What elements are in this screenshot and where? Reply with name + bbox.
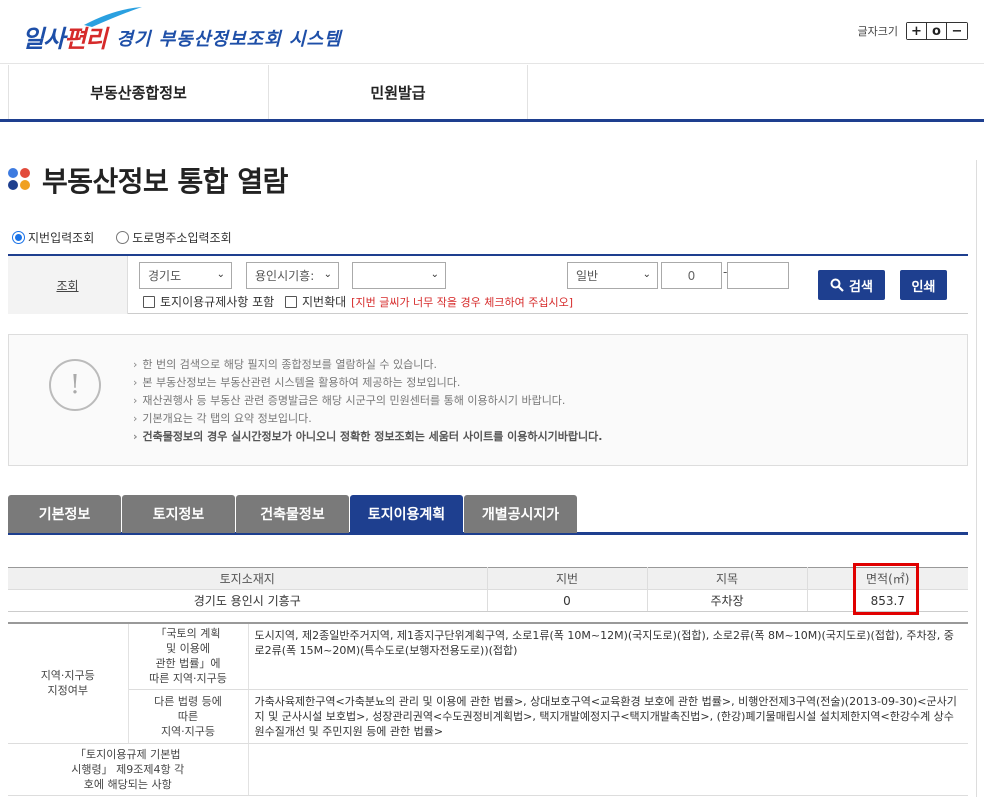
dong-select[interactable]: ⌄ <box>352 262 446 289</box>
land-type-select[interactable]: 일반 ⌄ <box>567 262 658 289</box>
cell-location: 경기도 용인시 기흥구 <box>8 589 488 612</box>
radio-lot-dot[interactable] <box>12 231 25 244</box>
zoom-lot-label: 지번확대 <box>302 295 347 309</box>
tab-building-info[interactable]: 건축물정보 <box>236 495 349 533</box>
table-row: 다른 법령 등에 따른 지역·지구등 가축사육제한구역<가축분뇨의 관리 및 이… <box>8 689 968 744</box>
radio-lot-label: 지번입력조회 <box>28 231 95 245</box>
font-size-label: 글자크기 <box>857 25 898 38</box>
zoning-row3-label: 「토지이용규제 기본법 시행령」 제9조제4항 각 호에 해당되는 사항 <box>8 743 249 796</box>
search-button-label: 검색 <box>849 279 873 295</box>
zoning-row1-content: 도시지역, 제2종일반주거지역, 제1종지구단위계획구역, 소로1류(폭 10M… <box>248 623 968 690</box>
nav-item-civil-issuance[interactable]: 민원발급 <box>268 65 528 119</box>
tab-land-info[interactable]: 토지정보 <box>122 495 235 533</box>
table-header-row: 토지소재지 지번 지목 면적(㎡) <box>8 567 968 590</box>
radio-lot-search[interactable]: 지번입력조회 <box>12 229 94 246</box>
table-row: 지역·지구등 지정여부 「국토의 계획 및 이용에 관한 법률」에 따른 지역·… <box>8 623 968 744</box>
logo-title: 경기 부동산정보조회 시스템 <box>116 29 342 50</box>
include-regulation-checkbox[interactable]: 토지이용규제사항 포함 <box>143 293 274 310</box>
zoom-lot-box[interactable] <box>285 295 297 308</box>
search-panel: 조회 경기도 ⌄ 용인시기흥: ⌄ ⌄ 일반 ⌄ 0 - 토지이용규제사항 포함… <box>8 254 968 314</box>
main-lot-number-input[interactable]: 0 <box>661 262 722 289</box>
notice-item: 한 번의 검색으로 해당 필지의 종합정보를 열람하실 수 있습니다. <box>133 356 602 374</box>
site-logo[interactable]: 일사편리 경기 부동산정보조회 시스템 <box>22 7 342 54</box>
font-size-increase-button[interactable]: + <box>907 23 927 39</box>
search-icon <box>830 278 844 292</box>
search-label: 조회 <box>8 256 128 314</box>
zoning-table: 지역·지구등 지정여부 「국토의 계획 및 이용에 관한 법률」에 따른 지역·… <box>8 622 968 796</box>
zoom-warning-text: [지번 글씨가 너무 작을 경우 체크하여 주십시오] <box>351 295 574 309</box>
logo-brand-text-b: 편리 <box>64 25 107 53</box>
include-regulation-box[interactable] <box>143 295 155 308</box>
sub-lot-number-input[interactable] <box>727 262 789 289</box>
page-title-section: 부동산정보 통합 열람 <box>8 160 288 200</box>
notice-item: 재산권행사 등 부동산 관련 증명발급은 해당 시군구의 민원센터를 통해 이용… <box>133 392 602 410</box>
chevron-down-icon: ⌄ <box>430 269 439 280</box>
zoning-row3-content <box>248 743 968 796</box>
header-location: 토지소재지 <box>8 567 488 590</box>
site-header: 일사편리 경기 부동산정보조회 시스템 글자크기 + o − <box>0 0 984 64</box>
search-button[interactable]: 검색 <box>818 270 885 300</box>
area-highlight-box <box>853 563 919 615</box>
zoning-row1-label: 「국토의 계획 및 이용에 관한 법률」에 따른 지역·지구등 <box>128 623 249 690</box>
chevron-down-icon: ⌄ <box>642 269 651 280</box>
logo-brand: 일사편리 <box>22 7 142 54</box>
print-button[interactable]: 인쇄 <box>900 270 947 300</box>
font-size-control: 글자크기 + o − <box>858 22 968 40</box>
zoning-row2-content: 가축사육제한구역<가축분뇨의 관리 및 이용에 관한 법률>, 상대보호구역<교… <box>248 689 968 744</box>
cell-lot-number: 0 <box>487 589 648 612</box>
header-land-category: 지목 <box>647 567 808 590</box>
notice-item: 본 부동산정보는 부동산관련 시스템을 활용하여 제공하는 정보입니다. <box>133 374 602 392</box>
logo-brand-text-a: 일사 <box>22 25 65 53</box>
sigungu-select[interactable]: 용인시기흥: ⌄ <box>246 262 339 289</box>
header-lot-number: 지번 <box>487 567 648 590</box>
sigungu-value: 용인시기흥: <box>255 269 315 283</box>
sido-value: 경기도 <box>148 269 182 283</box>
page-title: 부동산정보 통합 열람 <box>42 165 288 198</box>
radio-road-label: 도로명주소입력조회 <box>132 231 232 245</box>
radio-road-search[interactable]: 도로명주소입력조회 <box>116 229 232 246</box>
chevron-down-icon: ⌄ <box>323 269 332 280</box>
main-nav: 부동산종합정보 민원발급 <box>0 65 984 122</box>
tab-land-use-plan[interactable]: 토지이용계획 <box>350 495 463 533</box>
notice-item: 기본개요는 각 탭의 요약 정보입니다. <box>133 410 602 428</box>
font-size-reset-button[interactable]: o <box>927 23 947 39</box>
font-size-decrease-button[interactable]: − <box>947 23 967 39</box>
radio-road-dot[interactable] <box>116 231 130 244</box>
table-row: 「토지이용규제 기본법 시행령」 제9조제4항 각 호에 해당되는 사항 <box>8 743 968 796</box>
zoning-row2-label: 다른 법령 등에 따른 지역·지구등 <box>128 689 249 744</box>
search-mode-radios: 지번입력조회 도로명주소입력조회 <box>12 229 232 246</box>
notice-list: 한 번의 검색으로 해당 필지의 종합정보를 열람하실 수 있습니다. 본 부동… <box>133 356 602 446</box>
exclamation-icon: ! <box>49 359 101 411</box>
notice-box: ! 한 번의 검색으로 해당 필지의 종합정보를 열람하실 수 있습니다. 본 … <box>8 334 968 466</box>
table-row: 경기도 용인시 기흥구 0 주차장 853.7 <box>8 589 968 612</box>
tab-basic-info[interactable]: 기본정보 <box>8 495 121 533</box>
sido-select[interactable]: 경기도 ⌄ <box>139 262 232 289</box>
include-regulation-label: 토지이용규제사항 포함 <box>160 295 275 309</box>
notice-item-emphasis: 건축물정보의 경우 실시간정보가 아니오니 정확한 정보조회는 세움터 사이트를… <box>133 428 603 446</box>
chevron-down-icon: ⌄ <box>216 269 225 280</box>
zoom-lot-checkbox[interactable]: 지번확대 [지번 글씨가 너무 작을 경우 체크하여 주십시오] <box>285 293 573 310</box>
tab-official-land-price[interactable]: 개별공시지가 <box>464 495 577 533</box>
logo-swoosh-icon <box>84 7 142 27</box>
nav-item-real-estate-info[interactable]: 부동산종합정보 <box>8 65 268 119</box>
cell-land-category: 주차장 <box>647 589 808 612</box>
content-right-border <box>976 160 977 797</box>
land-summary-table: 토지소재지 지번 지목 면적(㎡) 경기도 용인시 기흥구 0 주차장 853.… <box>8 567 968 612</box>
info-tabs: 기본정보 토지정보 건축물정보 토지이용계획 개별공시지가 <box>8 495 968 535</box>
title-dots-icon <box>8 168 32 192</box>
zoning-group-label: 지역·지구등 지정여부 <box>8 623 129 744</box>
land-type-value: 일반 <box>576 269 599 283</box>
